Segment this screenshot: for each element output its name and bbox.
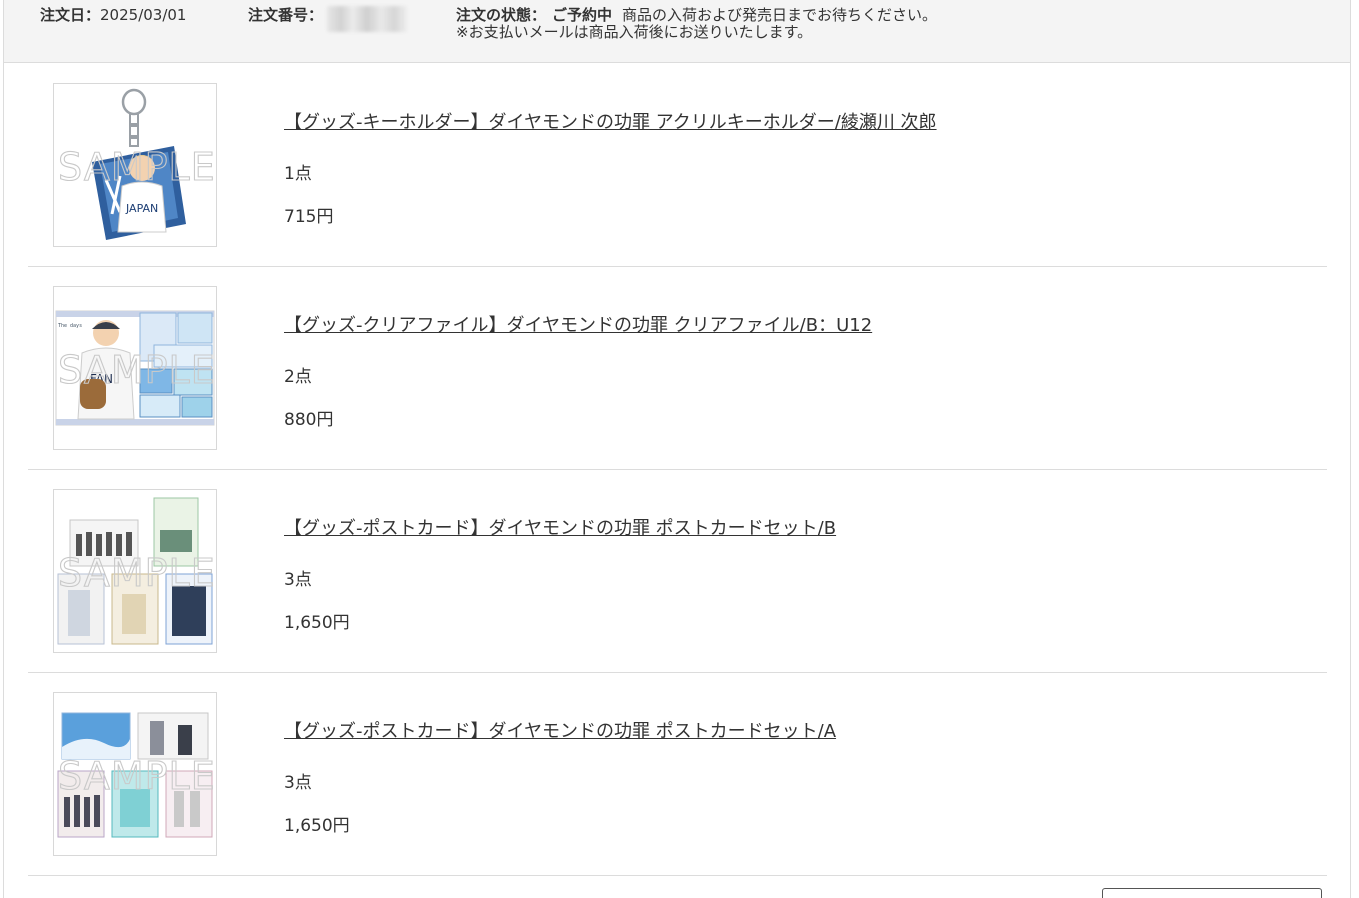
sample-watermark: SAMPLE [58,754,216,798]
postcard-set-image[interactable]: SAMPLE [53,489,217,653]
item-quantity: 1点 [284,164,312,184]
order-date-value: 2025/03/01 [100,6,187,24]
svg-text:JAPAN: JAPAN [125,202,158,215]
order-header: 注文日：2025/03/01 注文番号： 注文の状態： ご予約中 商品の入荷および発… [4,0,1350,63]
sample-watermark: SAMPLE [58,348,216,392]
order-item: SAMPLE 【グッズ-ポストカード】ダイヤモンドの功罪 ポストカードセット/A… [28,673,1327,876]
order-status-message: 商品の入荷および発売日までお待ちください。 [622,6,938,24]
order-item: SAMPLE 【グッズ-ポストカード】ダイヤモンドの功罪 ポストカードセット/B… [28,470,1327,673]
item-price: 880円 [284,410,334,430]
item-price: 1,650円 [284,816,350,836]
order-number: 注文番号： [248,6,408,32]
order-date: 注文日：2025/03/01 [40,6,186,24]
order-card: 注文日：2025/03/01 注文番号： 注文の状態： ご予約中 商品の入荷および発… [3,0,1351,898]
order-status-value: ご予約中 [552,6,613,24]
order-status-label: 注文の状態： [456,6,547,24]
item-title-link[interactable]: 【グッズ-ポストカード】ダイヤモンドの功罪 ポストカードセット/B [284,518,836,540]
order-status: 注文の状態： ご予約中 商品の入荷および発売日までお待ちください。 [456,6,937,24]
item-price: 715円 [284,207,334,227]
order-history-page: 注文日：2025/03/01 注文番号： 注文の状態： ご予約中 商品の入荷および発… [0,0,1359,898]
sample-watermark: SAMPLE [58,145,216,189]
item-title-link[interactable]: 【グッズ-ポストカード】ダイヤモンドの功罪 ポストカードセット/A [284,721,836,743]
order-number-label: 注文番号： [248,6,324,24]
sample-watermark: SAMPLE [58,551,216,595]
postcard-set-image[interactable]: SAMPLE [53,692,217,856]
order-action-button[interactable] [1102,888,1322,898]
item-price: 1,650円 [284,613,350,633]
item-quantity: 3点 [284,570,312,590]
item-title-link[interactable]: 【グッズ-キーホルダー】ダイヤモンドの功罪 アクリルキーホルダー/綾瀬川 次郎 [284,112,937,134]
order-item: JAPAN SAMPLE 【グッズ-キーホルダー】ダイヤモンドの功罪 アクリルキ… [28,64,1327,267]
svg-text:The days: The days [58,323,82,329]
item-quantity: 3点 [284,773,312,793]
postcard-set-b-illustration: SAMPLE [57,497,216,645]
item-quantity: 2点 [284,367,312,387]
order-number-redacted [327,6,408,32]
keychain-illustration: JAPAN SAMPLE [57,88,216,240]
clear-file-image[interactable]: The days FAN SAMPLE [53,286,217,450]
order-date-label: 注文日： [40,6,101,24]
clear-file-illustration: The days FAN SAMPLE [55,310,216,426]
item-title-link[interactable]: 【グッズ-クリアファイル】ダイヤモンドの功罪 クリアファイル/B：U12 [284,315,872,337]
acrylic-keychain-image[interactable]: JAPAN SAMPLE [53,83,217,247]
order-status-note: ※お支払いメールは商品入荷後にお送りいたします。 [456,23,813,41]
order-item: The days FAN SAMPLE 【グッズ-クリアファイル】ダイヤモンドの… [28,267,1327,470]
postcard-set-a-illustration: SAMPLE [57,712,216,838]
